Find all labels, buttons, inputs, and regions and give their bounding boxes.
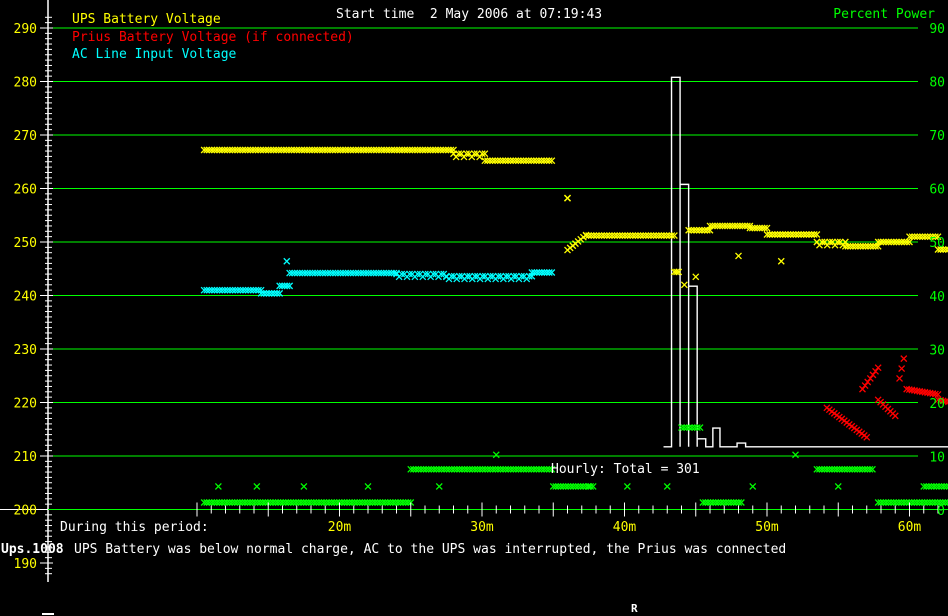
right-tick-label: 30 bbox=[929, 343, 945, 358]
period-label: During this period: bbox=[60, 520, 209, 535]
left-tick-label: 260 bbox=[14, 183, 37, 198]
legend-prius-battery: Prius Battery Voltage (if connected) bbox=[72, 30, 354, 45]
ups-voltage-chart: 0 10 20 30 40 50 60 70 80 90 190 200 210 220 230 240 250… bbox=[0, 0, 948, 616]
left-tick-label: 230 bbox=[14, 343, 37, 358]
x-tick-label: 20m bbox=[328, 520, 352, 535]
summary-text: UPS Battery was below normal charge, AC … bbox=[74, 542, 786, 557]
x-tick-label: 40m bbox=[613, 520, 637, 535]
cursor-marker: R bbox=[631, 602, 638, 615]
overlap-label: Ups.1008 bbox=[1, 542, 64, 557]
right-tick-label: 10 bbox=[929, 450, 945, 465]
x-tick-label: 50m bbox=[755, 520, 779, 535]
left-tick-label: 210 bbox=[14, 450, 37, 465]
x-tick-label: 30m bbox=[470, 520, 494, 535]
left-tick-label: 200 bbox=[14, 504, 37, 519]
right-tick-label: 40 bbox=[929, 290, 945, 305]
left-tick-label: 250 bbox=[14, 236, 37, 251]
x-tick-label: 60m bbox=[898, 520, 922, 535]
left-tick-label: 280 bbox=[14, 76, 37, 91]
left-tick-label: 220 bbox=[14, 397, 37, 412]
left-tick-label: 240 bbox=[14, 290, 37, 305]
legend-ups-battery: UPS Battery Voltage bbox=[72, 12, 221, 27]
right-tick-label: 80 bbox=[929, 76, 945, 91]
right-tick-label: 60 bbox=[929, 183, 945, 198]
right-tick-label: 70 bbox=[929, 129, 945, 144]
histogram-total-label: Hourly: Total = 301 bbox=[551, 462, 700, 477]
legend-ac-line: AC Line Input Voltage bbox=[72, 47, 237, 62]
start-time-label: Start time 2 May 2006 at 07:19:43 bbox=[336, 7, 602, 22]
right-tick-label: 0 bbox=[937, 504, 945, 519]
right-tick-label: 50 bbox=[929, 236, 945, 251]
right-tick-label: 90 bbox=[929, 22, 945, 37]
right-tick-label: 20 bbox=[929, 397, 945, 412]
right-axis-title: Percent Power bbox=[833, 7, 935, 22]
left-tick-label: 290 bbox=[14, 22, 37, 37]
left-tick-label: 190 bbox=[14, 557, 37, 572]
bottom-left-marker bbox=[42, 613, 54, 615]
left-tick-label: 270 bbox=[14, 129, 37, 144]
